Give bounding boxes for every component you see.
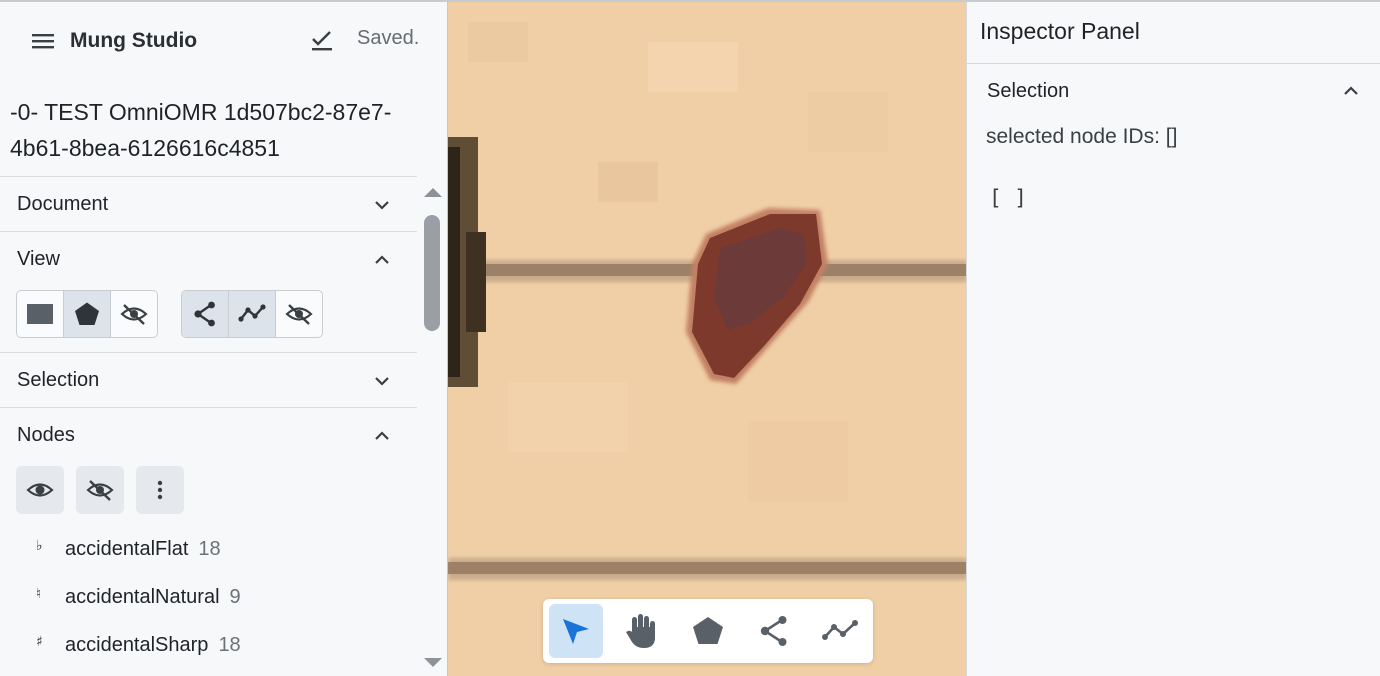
hand-icon: [626, 614, 655, 648]
graph-edges-icon: [760, 616, 787, 646]
selection-json: [ ]: [989, 186, 1027, 210]
polygon-icon: [693, 617, 723, 644]
natural-symbol-icon: ♮: [36, 586, 42, 602]
node-class-name: accidentalFlat: [65, 538, 189, 560]
scroll-down-arrow-icon[interactable]: [424, 658, 442, 667]
inspector-selection-label: Selection: [987, 80, 1070, 102]
node-class-count: 18: [198, 538, 221, 560]
node-class-label: accidentalFlat 18: [65, 538, 221, 561]
filled-rectangle-icon: [27, 304, 53, 324]
section-document-header[interactable]: Document: [0, 177, 417, 231]
more-vertical-icon: [157, 480, 163, 500]
sharp-symbol-icon: ♯: [36, 634, 43, 650]
section-nodes-header[interactable]: Nodes: [0, 408, 417, 462]
eye-off-icon: [285, 304, 313, 325]
chevron-up-icon: [375, 255, 389, 264]
menu-icon[interactable]: [30, 30, 56, 52]
chevron-down-icon: [375, 201, 389, 210]
app-title: Mung Studio: [70, 29, 198, 52]
pointer-tool-button[interactable]: [549, 604, 603, 658]
polyline-icon: [822, 620, 858, 640]
show-rectangles-toggle[interactable]: [17, 291, 64, 337]
left-panel: Mung Studio Saved. -0- TEST OmniOMR 1d50…: [0, 2, 447, 676]
score-image: [448, 2, 967, 676]
hide-nodes-toggle[interactable]: [111, 291, 157, 337]
show-all-nodes-button[interactable]: [16, 466, 64, 514]
chevron-up-icon: [375, 431, 389, 440]
node-class-count: 18: [218, 634, 241, 656]
node-display-toggle-group: [16, 290, 158, 338]
inspector-selection-header[interactable]: Selection: [967, 64, 1380, 118]
app-bar: Mung Studio Saved.: [0, 2, 447, 78]
node-class-row[interactable]: ♮ accidentalNatural 9: [0, 577, 417, 617]
node-class-label: accidentalSharp 18: [65, 634, 241, 657]
section-selection-label: Selection: [17, 369, 100, 391]
checkmark-icon: [312, 31, 332, 51]
polyline-tool-button[interactable]: [813, 604, 867, 658]
node-options-button[interactable]: [136, 466, 184, 514]
eye-icon: [26, 483, 54, 497]
polygon-icon: [75, 302, 99, 325]
graph-edges-icon: [194, 301, 215, 327]
section-view-label: View: [17, 248, 60, 270]
section-document-label: Document: [17, 193, 109, 215]
edge-display-toggle-group: [181, 290, 323, 338]
node-class-name: accidentalNatural: [65, 586, 220, 608]
score-canvas[interactable]: [447, 2, 967, 676]
show-polylines-toggle[interactable]: [229, 291, 276, 337]
show-edges-toggle[interactable]: [182, 291, 229, 337]
scrollbar-thumb[interactable]: [424, 215, 440, 331]
tool-palette: [543, 599, 873, 663]
chevron-up-icon: [1344, 86, 1358, 95]
polyline-icon: [238, 304, 266, 322]
left-panel-scrollbar[interactable]: [419, 188, 445, 676]
hide-all-nodes-button[interactable]: [76, 466, 124, 514]
inspector-panel: Inspector Panel Selection selected node …: [966, 2, 1380, 676]
pointer-icon: [563, 619, 589, 644]
section-view-header[interactable]: View: [0, 232, 417, 286]
scroll-up-arrow-icon[interactable]: [424, 188, 442, 197]
inspector-title: Inspector Panel: [980, 18, 1140, 44]
section-selection-header[interactable]: Selection: [0, 353, 417, 407]
chevron-down-icon: [375, 377, 389, 386]
document-title: -0- TEST OmniOMR 1d507bc2-87e7-4b61-8bea…: [10, 99, 392, 161]
node-class-count: 9: [229, 586, 241, 608]
hide-edges-toggle[interactable]: [276, 291, 322, 337]
flat-symbol-icon: ♭: [36, 538, 43, 554]
selected-node-ids: selected node IDs: []: [986, 125, 1178, 148]
hand-tool-button[interactable]: [615, 604, 669, 658]
polygon-tool-button[interactable]: [681, 604, 735, 658]
node-class-name: accidentalSharp: [65, 634, 209, 656]
node-class-row[interactable]: ♭ accidentalFlat 18: [0, 529, 417, 569]
show-polygons-toggle[interactable]: [64, 291, 111, 337]
save-status: Saved.: [357, 27, 420, 49]
node-class-label: accidentalNatural 9: [65, 586, 241, 609]
node-class-row[interactable]: ♯ accidentalSharp 18: [0, 625, 417, 665]
eye-off-icon: [86, 480, 114, 501]
section-nodes-label: Nodes: [17, 424, 75, 446]
eye-off-icon: [120, 304, 148, 325]
edge-tool-button[interactable]: [747, 604, 801, 658]
